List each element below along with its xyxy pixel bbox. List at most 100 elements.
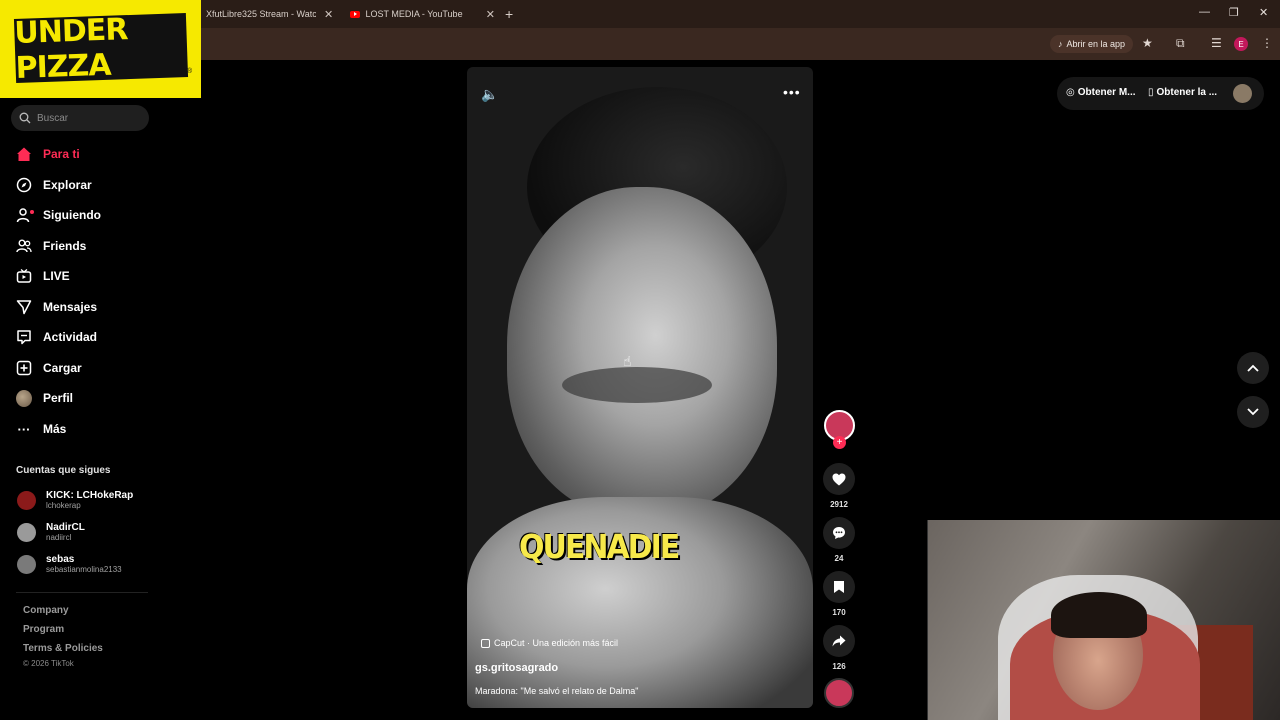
sidebar-item-label: LIVE (43, 269, 70, 283)
save-button[interactable] (823, 571, 855, 603)
browser-profile-avatar[interactable]: E (1234, 37, 1248, 51)
footer-link-company[interactable]: Company (23, 605, 69, 616)
account-handle: sebastianmolina2133 (46, 565, 122, 574)
sidebar-item-label: Para ti (43, 147, 80, 161)
following-section-title: Cuentas que sigues (16, 465, 111, 476)
video-frame-face (507, 187, 777, 517)
sidebar-item-label: Perfil (43, 391, 74, 405)
logo-registered-mark: ® (187, 68, 193, 75)
sidebar-item-mensajes[interactable]: Mensajes (16, 296, 97, 318)
footer-link-terms[interactable]: Terms & Policies (23, 643, 103, 654)
tiktok-icon: ♪ (1058, 39, 1063, 49)
friends-icon (16, 238, 32, 254)
account-handle: lchokerap (46, 501, 81, 510)
new-tab-button[interactable]: + (505, 6, 513, 22)
video-author[interactable]: gs.gritosagrado (475, 662, 558, 674)
avatar (17, 490, 36, 510)
sidebar-item-cargar[interactable]: Cargar (16, 357, 82, 379)
youtube-icon (350, 10, 360, 18)
video-player[interactable]: QUENADIE CapCut · Una edición más fácil … (467, 67, 813, 708)
sidebar-item-label: Mensajes (43, 300, 98, 314)
phone-icon: ▯ (1148, 87, 1154, 98)
browser-menu-icon[interactable]: ⋮ (1261, 36, 1273, 50)
capcut-icon (481, 638, 490, 648)
account-name: NadirCL (46, 522, 85, 533)
media-controls-icon[interactable]: ☰ (1211, 36, 1222, 50)
share-button[interactable] (823, 625, 855, 657)
search-input[interactable] (37, 112, 137, 124)
sidebar-item-perfil[interactable]: Perfil (16, 387, 73, 409)
webcam-overlay (927, 520, 1280, 720)
comment-count: 24 (834, 554, 844, 563)
home-icon (16, 146, 32, 162)
sidebar-item-live[interactable]: LIVE (16, 265, 70, 287)
capcut-tag[interactable]: CapCut · Una edición más fácil (481, 638, 618, 648)
volume-icon[interactable]: 🔈 (481, 86, 498, 103)
like-button[interactable] (823, 463, 855, 495)
sidebar-item-para-ti[interactable]: Para ti (16, 143, 80, 165)
video-description: Maradona: "Me salvó el relato de Dalma" (475, 686, 639, 696)
music-disc-icon[interactable] (824, 678, 854, 708)
next-video-button[interactable] (1237, 396, 1269, 428)
webcam-person-hair (1051, 592, 1147, 638)
activity-icon (16, 329, 32, 345)
close-icon[interactable]: ✕ (324, 8, 333, 21)
share-count: 126 (832, 662, 846, 671)
logo-text: UNDER PIZZA (13, 12, 128, 86)
browser-tab-xfutlibre[interactable]: XfutLibre325 Stream - Watch Li ✕ (206, 0, 341, 28)
like-count: 2912 (830, 500, 848, 509)
previous-video-button[interactable] (1237, 352, 1269, 384)
save-count: 170 (832, 608, 846, 617)
avatar (17, 554, 36, 574)
video-frame-mustache (562, 367, 712, 403)
following-icon (16, 207, 34, 223)
capcut-label: CapCut · Una edición más fácil (494, 638, 619, 648)
avatar (17, 522, 36, 542)
sidebar-item-label: Cargar (43, 361, 82, 375)
chevron-up-icon (1247, 364, 1259, 372)
close-icon[interactable]: ✕ (486, 8, 495, 21)
copyright: © 2026 TikTok (23, 659, 74, 668)
video-caption-overlay: QUENADIE (519, 528, 680, 567)
hand-cursor-icon: ☝ (623, 353, 632, 369)
followed-account[interactable]: sebas sebastianmolina2133 (17, 551, 122, 577)
sidebar-item-siguiendo[interactable]: Siguiendo (16, 204, 101, 226)
sidebar-item-label: Explorar (43, 178, 92, 192)
open-in-app-label: Abrir en la app (1066, 39, 1126, 49)
comment-button[interactable] (823, 517, 855, 549)
bookmark-star-icon[interactable]: ★ (1142, 36, 1153, 50)
followed-account[interactable]: KICK: LCHokeRap lchokerap (17, 487, 133, 513)
follow-plus-icon[interactable]: + (833, 436, 846, 449)
get-mobile-app-button[interactable]: ▯ Obtener la ... (1148, 87, 1217, 98)
account-name: KICK: LCHokeRap (46, 490, 134, 501)
sidebar-item-label: Actividad (43, 330, 98, 344)
get-desktop-app-button[interactable]: ◎ Obtener M... (1066, 87, 1136, 98)
minimize-button[interactable]: — (1199, 6, 1210, 18)
browser-tab-youtube[interactable]: LOST MEDIA - YouTube ✕ (350, 0, 495, 28)
sidebar-item-label: Friends (43, 239, 87, 253)
followed-account[interactable]: NadirCL nadiircl (17, 519, 85, 545)
sidebar-item-actividad[interactable]: Actividad (16, 326, 97, 348)
comment-icon (833, 527, 845, 539)
open-in-app-button[interactable]: ♪ Abrir en la app (1050, 35, 1134, 53)
sidebar-item-explorar[interactable]: Explorar (16, 174, 92, 196)
window-close-button[interactable]: ✕ (1259, 6, 1268, 19)
restore-button[interactable]: ❐ (1229, 6, 1239, 19)
sidebar-item-label: Siguiendo (43, 208, 101, 222)
footer-link-program[interactable]: Program (23, 624, 64, 635)
notification-dot (30, 210, 34, 214)
sidebar-item-label: Más (43, 422, 67, 436)
get-button-label: Obtener M... (1077, 87, 1136, 98)
sidebar-item-friends[interactable]: Friends (16, 235, 86, 257)
account-handle: nadiircl (46, 533, 72, 542)
chevron-down-icon (1247, 408, 1259, 416)
search-bar[interactable] (11, 105, 149, 131)
live-icon (16, 268, 32, 284)
extensions-icon[interactable]: ⧉ (1176, 36, 1185, 51)
sidebar-item-mas[interactable]: ··· Más (16, 418, 67, 440)
account-name: sebas (46, 554, 75, 565)
sidebar-divider (16, 592, 148, 593)
more-options-icon[interactable]: ••• (783, 84, 801, 100)
more-icon: ··· (17, 421, 31, 437)
user-avatar[interactable] (1233, 84, 1252, 103)
